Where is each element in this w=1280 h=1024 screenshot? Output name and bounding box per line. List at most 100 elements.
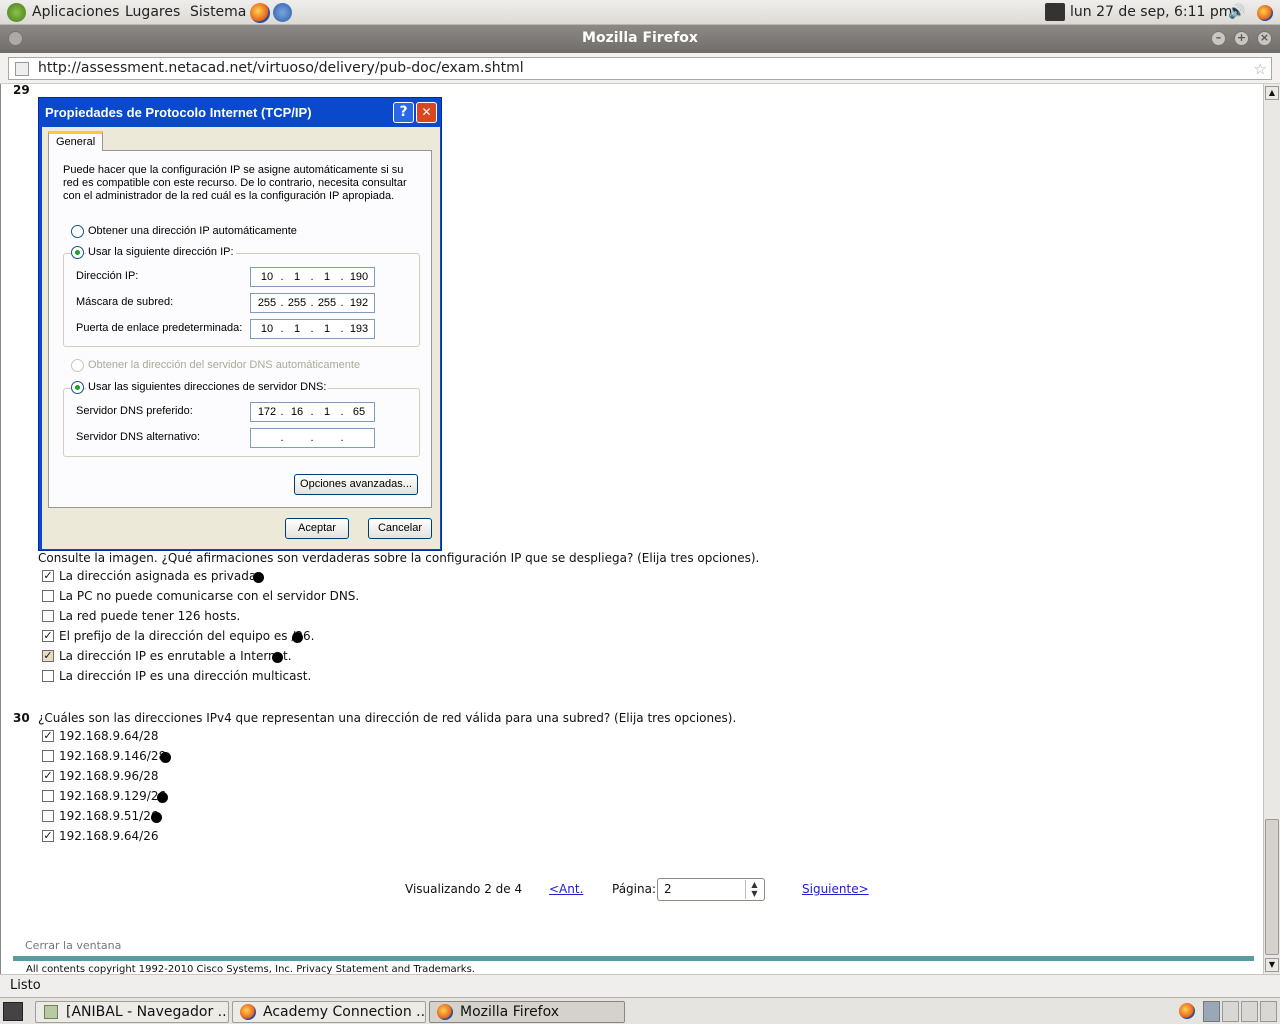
bottom-panel: [ANIBAL - Navegador ... Academy Connecti… xyxy=(0,997,1280,1024)
option-label: 192.168.9.64/28 xyxy=(59,729,159,743)
gateway-field[interactable]: 10 1 1 193 ... xyxy=(250,319,375,339)
show-desktop-icon[interactable] xyxy=(3,1002,23,1021)
dns1-dot: . xyxy=(280,406,284,418)
workspace-1[interactable] xyxy=(1203,1001,1220,1022)
question-30-number: 30 xyxy=(13,711,30,725)
option-label: El prefijo de la dirección del equipo es… xyxy=(59,629,315,643)
ip-address-field[interactable]: 10 1 1 190 ... xyxy=(250,267,375,287)
dialog-body: General Puede hacer que la configuración… xyxy=(42,127,440,549)
spin-arrows-icon[interactable]: ▲ ▼ xyxy=(745,880,763,899)
checkbox-q29-1[interactable] xyxy=(42,590,54,602)
tab-general[interactable]: General xyxy=(48,131,103,151)
checkbox-q29-5[interactable] xyxy=(42,670,54,682)
checkbox-q30-1[interactable] xyxy=(42,750,54,762)
task-academy-label: Academy Connection ... xyxy=(263,1004,426,1020)
radio-auto-ip[interactable] xyxy=(71,225,84,238)
close-window-link[interactable]: Cerrar la ventana xyxy=(25,939,121,952)
checkbox-q29-4[interactable]: ✓ xyxy=(42,650,54,662)
alternate-dns-field[interactable]: . . . xyxy=(250,428,375,448)
page-content: 29 Propiedades de Protocolo Internet (TC… xyxy=(0,84,1264,974)
vertical-scrollbar[interactable]: ▲ ▼ xyxy=(1263,84,1280,974)
printer-icon[interactable] xyxy=(1045,3,1065,21)
firefox-task-icon xyxy=(437,1004,453,1020)
status-bar: Listo xyxy=(0,974,1280,997)
window-title: Mozilla Firefox xyxy=(582,30,698,46)
checkbox-q30-5[interactable]: ✓ xyxy=(42,830,54,842)
mask-dot: . xyxy=(280,297,284,309)
answer-marker-icon xyxy=(272,652,283,663)
menu-lugares[interactable]: Lugares xyxy=(125,4,180,20)
checkbox-q29-2[interactable] xyxy=(42,610,54,622)
task-firefox-label: Mozilla Firefox xyxy=(460,1004,560,1020)
clock[interactable]: lun 27 de sep, 6:11 pm xyxy=(1070,4,1232,20)
question-29-text: Consulte la imagen. ¿Qué afirmaciones so… xyxy=(38,551,760,565)
option-label: La dirección IP es una dirección multica… xyxy=(59,669,312,683)
workspace-3[interactable] xyxy=(1241,1001,1258,1022)
radio-manual-dns[interactable] xyxy=(71,381,84,394)
radio-manual-ip[interactable] xyxy=(71,246,84,259)
prev-page-link[interactable]: <Ant. xyxy=(549,882,583,896)
preferred-dns-field[interactable]: 172 16 1 65 ... xyxy=(250,402,375,422)
scroll-down-icon[interactable]: ▼ xyxy=(1265,958,1279,972)
maximize-icon[interactable]: + xyxy=(1234,31,1249,46)
radio-auto-dns[interactable] xyxy=(71,359,84,372)
top-panel: Aplicaciones Lugares Sistema lun 27 de s… xyxy=(0,0,1280,25)
page-label: Página: xyxy=(612,882,657,896)
cancel-button[interactable]: Cancelar xyxy=(368,518,432,539)
checkbox-q29-0[interactable]: ✓ xyxy=(42,570,54,582)
navigation-bar: http://assessment.netacad.net/virtuoso/d… xyxy=(0,53,1280,84)
checkbox-q30-2[interactable]: ✓ xyxy=(42,770,54,782)
window-menu-icon[interactable] xyxy=(8,31,23,46)
gnome-foot-icon[interactable] xyxy=(7,3,26,22)
intro-text: Puede hacer que la configuración IP se a… xyxy=(63,164,407,202)
firefox-tray-icon[interactable] xyxy=(1179,1003,1195,1019)
minimize-icon[interactable]: – xyxy=(1211,31,1226,46)
ip-address-label: Dirección IP: xyxy=(76,270,139,282)
subnet-mask-field[interactable]: 255 255 255 192 ... xyxy=(250,293,375,313)
help-icon[interactable]: ? xyxy=(393,102,414,123)
radio-auto-dns-label: Obtener la dirección del servidor DNS au… xyxy=(88,359,361,371)
workspace-2[interactable] xyxy=(1222,1001,1239,1022)
mask-dot: . xyxy=(340,297,344,309)
workspace-switcher[interactable] xyxy=(1203,1001,1277,1022)
checkbox-q30-3[interactable] xyxy=(42,790,54,802)
ip-dot: . xyxy=(280,271,284,283)
file-browser-icon xyxy=(44,1005,58,1019)
dns2-dot: . xyxy=(340,432,344,444)
next-page-link[interactable]: Siguiente> xyxy=(802,882,869,896)
checkbox-q30-0[interactable]: ✓ xyxy=(42,730,54,742)
checkbox-q29-3[interactable]: ✓ xyxy=(42,630,54,642)
url-bar[interactable]: http://assessment.netacad.net/virtuoso/d… xyxy=(8,57,1272,80)
question-29-number: 29 xyxy=(13,84,30,97)
close-window-icon[interactable]: × xyxy=(1257,31,1272,46)
option-label: 192.168.9.51/26 xyxy=(59,809,159,823)
page-select[interactable]: 2 ▲ ▼ xyxy=(657,878,765,901)
option-label: 192.168.9.146/28 xyxy=(59,749,167,763)
bookmark-star-icon[interactable]: ☆ xyxy=(1254,59,1267,80)
volume-icon[interactable]: 🔊 xyxy=(1228,4,1248,21)
task-academy[interactable]: Academy Connection ... xyxy=(232,1001,426,1023)
gw-dot: . xyxy=(280,323,284,335)
firefox-launcher-icon[interactable] xyxy=(250,3,270,23)
answer-marker-icon xyxy=(160,752,171,763)
task-firefox[interactable]: Mozilla Firefox xyxy=(429,1001,625,1023)
site-identity-icon[interactable] xyxy=(15,62,29,76)
menu-sistema[interactable]: Sistema xyxy=(190,4,246,20)
scroll-up-icon[interactable]: ▲ xyxy=(1265,86,1279,100)
answer-marker-icon xyxy=(151,812,162,823)
workspace-4[interactable] xyxy=(1260,1001,1277,1022)
scroll-thumb[interactable] xyxy=(1265,819,1279,955)
thunderbird-launcher-icon[interactable] xyxy=(273,3,292,22)
firefox-tray-icon[interactable] xyxy=(1257,5,1273,21)
checkbox-q30-4[interactable] xyxy=(42,810,54,822)
task-anibal[interactable]: [ANIBAL - Navegador ... xyxy=(35,1001,229,1023)
advanced-options-button[interactable]: Opciones avanzadas... xyxy=(294,474,418,495)
answer-marker-icon xyxy=(292,632,303,643)
menu-aplicaciones[interactable]: Aplicaciones xyxy=(32,4,119,20)
question-30-text: ¿Cuáles son las direcciones IPv4 que rep… xyxy=(38,711,737,725)
dns1-dot: . xyxy=(310,406,314,418)
ok-button[interactable]: Aceptar xyxy=(285,518,349,539)
dialog-title: Propiedades de Protocolo Internet (TCP/I… xyxy=(45,105,312,120)
dialog-close-icon[interactable]: ✕ xyxy=(416,102,437,123)
preferred-dns-label: Servidor DNS preferido: xyxy=(76,405,193,417)
